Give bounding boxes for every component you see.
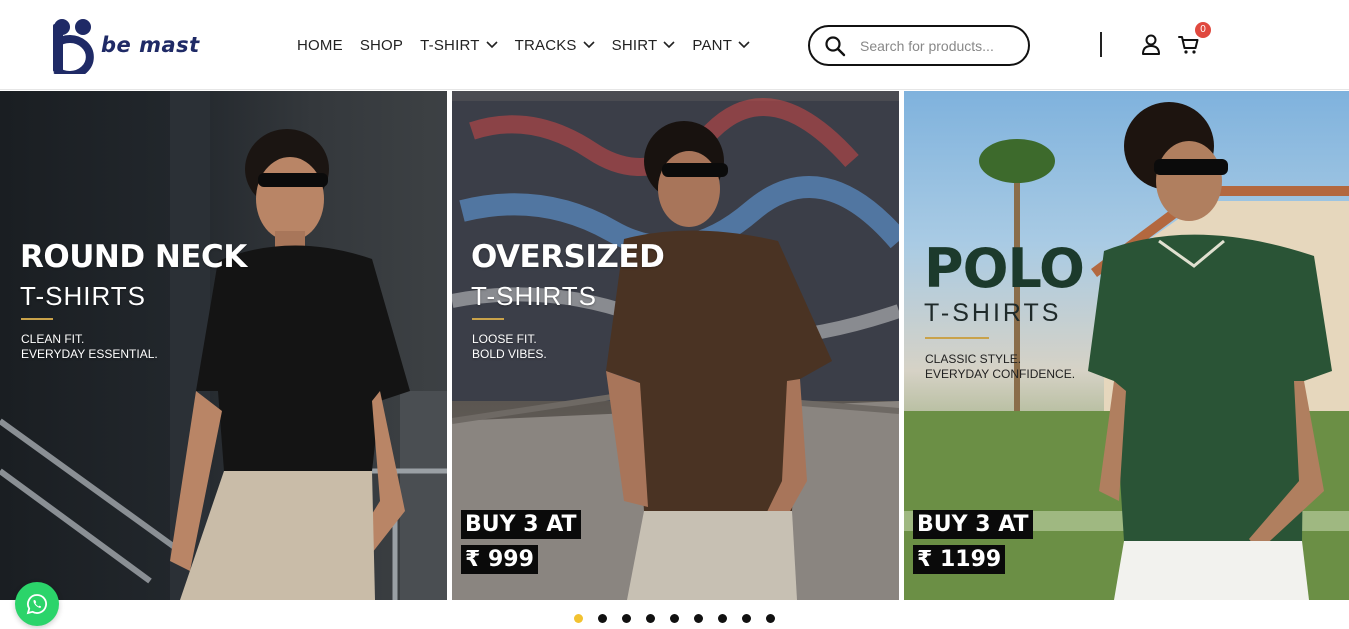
- search-icon[interactable]: [824, 35, 846, 57]
- slide-desc-1: CLASSIC STYLE.: [925, 352, 1022, 366]
- carousel-dots: [574, 614, 790, 623]
- main-nav: HOME SHOP T-SHIRT TRACKS SHIRT PANT: [297, 35, 767, 55]
- nav-pant-label: PANT: [692, 36, 733, 54]
- slide-title: OVERSIZED: [471, 239, 665, 275]
- offer-line-1: BUY 3 AT: [461, 510, 581, 539]
- nav-shop-label: SHOP: [359, 36, 404, 54]
- slide-subtitle: T-SHIRTS: [471, 281, 597, 311]
- whatsapp-button[interactable]: [15, 582, 59, 626]
- accent-rule: [925, 337, 989, 339]
- offer-line-1: BUY 3 AT: [913, 510, 1033, 539]
- slide-round-neck[interactable]: ROUND NECK T-SHIRTS CLEAN FIT. EVERYDAY …: [0, 91, 447, 600]
- slide-subtitle: T-SHIRTS: [20, 281, 146, 311]
- site-header: be mast HOME SHOP T-SHIRT TRACKS SHIRT P…: [0, 0, 1349, 90]
- nav-shirt[interactable]: SHIRT: [612, 37, 676, 54]
- nav-tracks-label: TRACKS: [514, 36, 577, 54]
- search-input[interactable]: [860, 37, 1010, 54]
- carousel-dot[interactable]: [766, 614, 775, 623]
- carousel-dot[interactable]: [574, 614, 583, 623]
- carousel-dot[interactable]: [598, 614, 607, 623]
- cart-icon[interactable]: [1178, 35, 1200, 55]
- hero-carousel: ROUND NECK T-SHIRTS CLEAN FIT. EVERYDAY …: [0, 91, 1349, 600]
- chevron-down-icon: [486, 41, 498, 49]
- chevron-down-icon: [583, 41, 595, 49]
- chevron-down-icon: [738, 41, 750, 49]
- slide-desc-1: CLEAN FIT.: [21, 332, 85, 346]
- accent-rule: [472, 318, 504, 320]
- carousel-dot[interactable]: [694, 614, 703, 623]
- nav-tshirt[interactable]: T-SHIRT: [420, 36, 498, 54]
- nav-home-label: HOME: [297, 36, 343, 54]
- slide-polo[interactable]: POLO T-SHIRTS CLASSIC STYLE. EVERYDAY CO…: [904, 91, 1349, 600]
- slide-oversized[interactable]: OVERSIZED T-SHIRTS LOOSE FIT. BOLD VIBES…: [452, 91, 899, 600]
- accent-rule: [21, 318, 53, 320]
- slide-subtitle: T-SHIRTS: [924, 299, 1062, 327]
- nav-tracks[interactable]: TRACKS: [515, 37, 595, 54]
- slide-title: POLO: [924, 237, 1085, 300]
- brand-name: be mast: [101, 33, 200, 57]
- carousel-dot[interactable]: [742, 614, 751, 623]
- slide-desc-1: LOOSE FIT.: [472, 332, 537, 346]
- nav-home[interactable]: HOME: [297, 37, 343, 54]
- offer-line-2: ₹ 999: [461, 545, 538, 574]
- user-icon[interactable]: [1141, 34, 1161, 56]
- slide-desc-2: EVERYDAY ESSENTIAL.: [21, 347, 158, 361]
- slide-desc-2: BOLD VIBES.: [472, 347, 547, 361]
- carousel-dot[interactable]: [670, 614, 679, 623]
- carousel-dot[interactable]: [622, 614, 631, 623]
- nav-pant[interactable]: PANT: [692, 37, 750, 54]
- cart-count-badge: 0: [1195, 22, 1211, 38]
- nav-shop[interactable]: SHOP: [360, 37, 403, 54]
- nav-shirt-label: SHIRT: [611, 36, 658, 54]
- search-box[interactable]: [808, 25, 1030, 66]
- slide-title: ROUND NECK: [20, 239, 247, 275]
- chevron-down-icon: [663, 41, 675, 49]
- whatsapp-icon: [26, 594, 47, 615]
- header-divider: [1100, 32, 1102, 57]
- offer-line-2: ₹ 1199: [913, 545, 1006, 574]
- slide-desc-2: EVERYDAY CONFIDENCE.: [925, 367, 1076, 381]
- nav-tshirt-label: T-SHIRT: [420, 36, 480, 54]
- carousel-dot[interactable]: [718, 614, 727, 623]
- carousel-dot[interactable]: [646, 614, 655, 623]
